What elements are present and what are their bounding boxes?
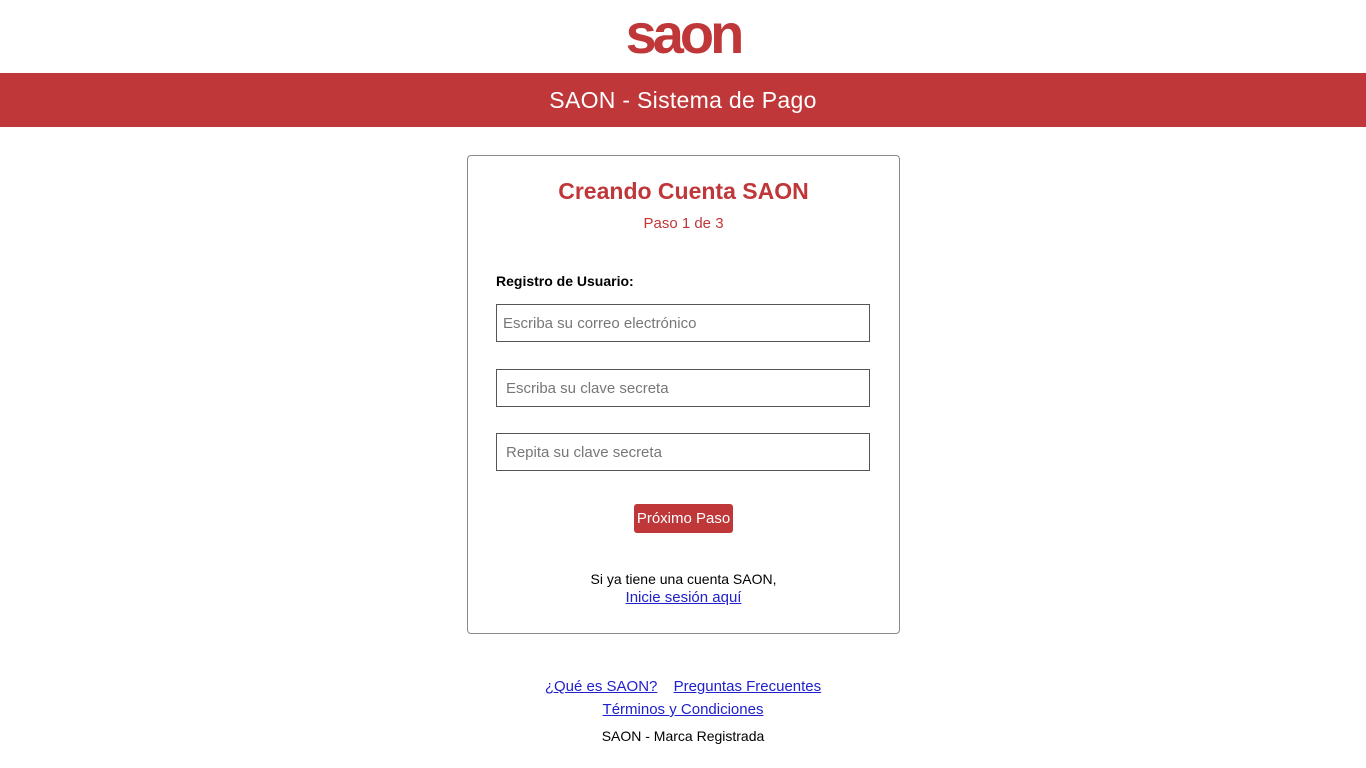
card-title: Creando Cuenta SAON	[558, 178, 809, 204]
registration-card: Creando Cuenta SAON Paso 1 de 3 Registro…	[467, 155, 900, 634]
have-account-text: Si ya tiene una cuenta SAON,	[590, 571, 777, 587]
footer: ¿Qué es SAON? Preguntas Frecuentes Térmi…	[0, 678, 1366, 744]
header-band: SAON - Sistema de Pago	[0, 73, 1366, 127]
step-indicator: Paso 1 de 3	[643, 215, 724, 232]
svg-text:saon: saon	[626, 9, 741, 57]
footer-brand-text: SAON - Marca Registrada	[601, 728, 765, 744]
section-label: Registro de Usuario:	[496, 273, 634, 289]
password-field[interactable]	[496, 369, 870, 407]
footer-link-what-is-saon[interactable]: ¿Qué es SAON?	[545, 678, 658, 695]
page-title: SAON - Sistema de Pago	[549, 86, 817, 113]
saon-logo[interactable]: saon	[590, 9, 776, 57]
next-step-button[interactable]: Próximo Paso	[634, 504, 733, 533]
email-field[interactable]	[496, 304, 870, 342]
footer-link-faq[interactable]: Preguntas Frecuentes	[674, 678, 822, 695]
logo-bar: saon	[0, 0, 1366, 73]
repeat-password-field[interactable]	[496, 433, 870, 471]
login-link[interactable]: Inicie sesión aquí	[626, 589, 742, 606]
footer-link-terms[interactable]: Términos y Condiciones	[603, 701, 764, 718]
